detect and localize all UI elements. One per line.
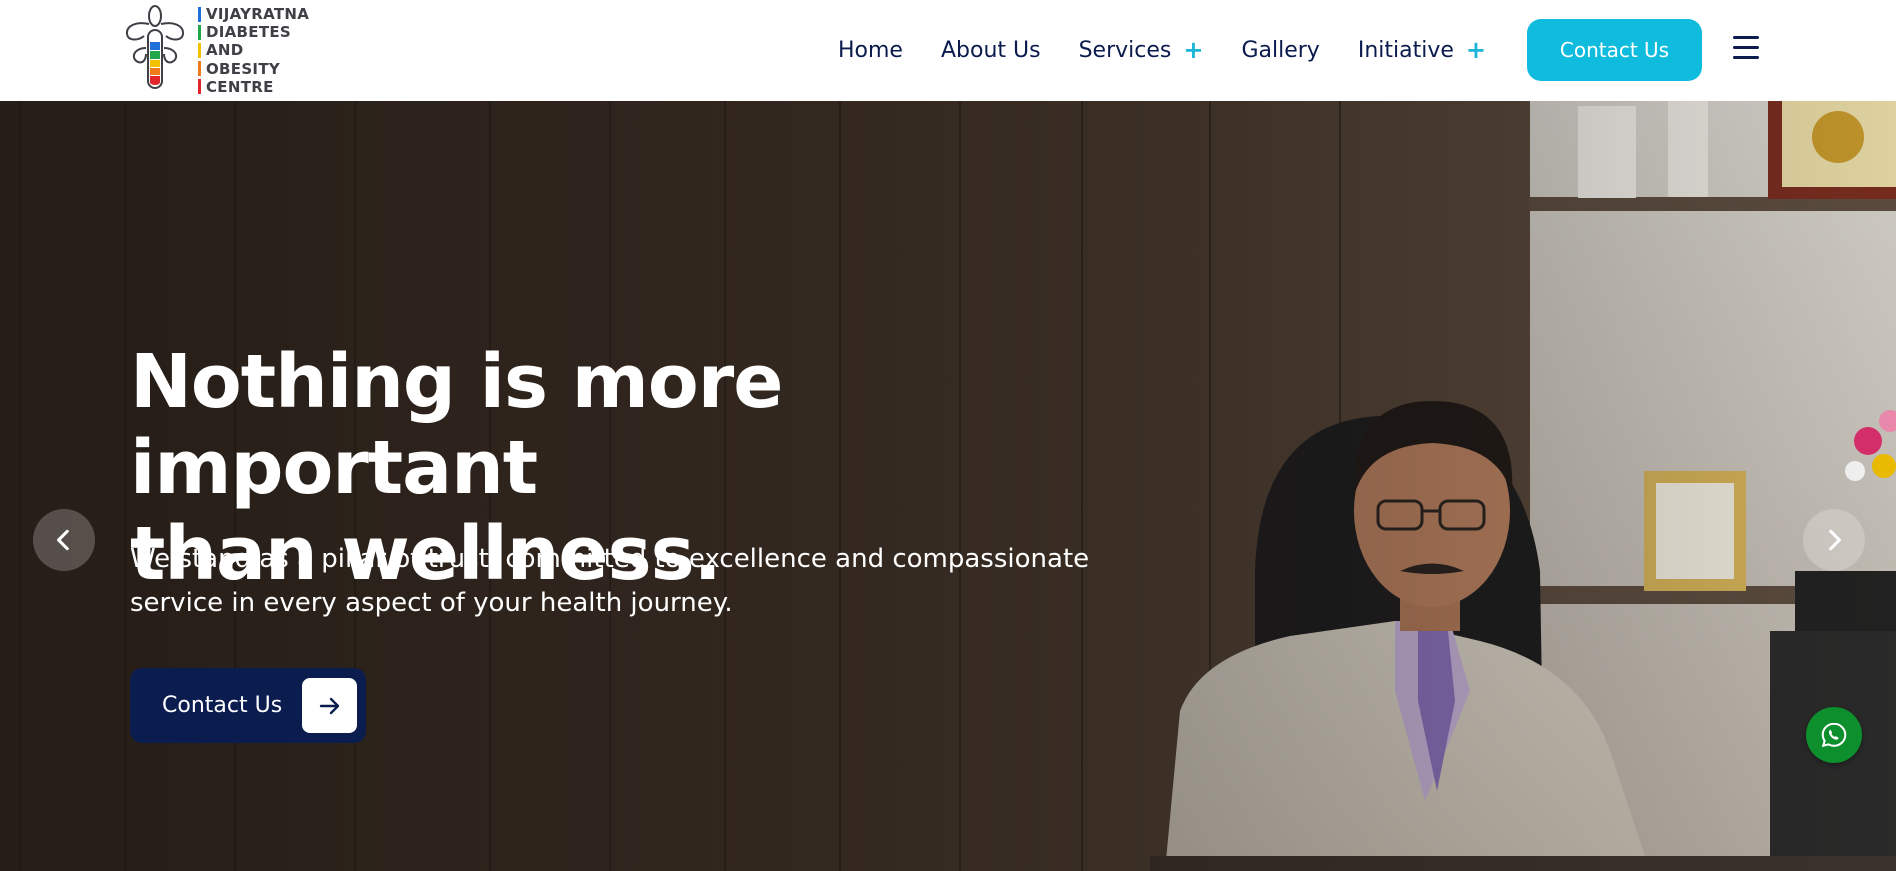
logo-line: DIABETES [198, 23, 309, 41]
hero-contact-button[interactable]: Contact Us [130, 668, 366, 743]
slider-next-button[interactable] [1803, 509, 1865, 571]
arrow-right-icon [302, 678, 357, 733]
logo-line: VIJAYRATNA [198, 5, 309, 23]
chevron-right-icon [1829, 529, 1841, 551]
site-logo[interactable]: VIJAYRATNA DIABETES AND OBESITY CENTRE [124, 4, 324, 96]
header-contact-button[interactable]: Contact Us [1527, 19, 1702, 81]
nav-item-label: Gallery [1241, 37, 1320, 63]
logo-color-bar [198, 6, 201, 22]
hamburger-menu-icon[interactable] [1733, 36, 1759, 60]
nav-item-about-us[interactable]: About Us [941, 38, 1041, 63]
whatsapp-chat-button[interactable] [1806, 707, 1862, 763]
hero-title-line: Nothing is more important [130, 339, 783, 511]
site-header: VIJAYRATNA DIABETES AND OBESITY CENTRE H… [0, 0, 1896, 101]
nav-item-label: About Us [940, 37, 1041, 63]
chevron-left-icon [57, 529, 69, 551]
nav-item-gallery[interactable]: Gallery [1241, 38, 1319, 63]
logo-word: DIABETES [206, 23, 292, 42]
nav-item-label: Home [838, 37, 903, 63]
nav-item-label: Services [1078, 37, 1172, 63]
nav-item-services[interactable]: Services + [1079, 36, 1204, 64]
nav-item-initiative[interactable]: Initiative + [1358, 36, 1486, 64]
logo-line: OBESITY [198, 60, 309, 78]
plus-icon[interactable]: + [1466, 36, 1486, 64]
hero-subtitle-line: We stand as a pillar of trust, committed… [130, 544, 1090, 574]
whatsapp-icon [1821, 722, 1847, 748]
figure-with-color-tube-icon [125, 5, 185, 89]
logo-color-bar [198, 79, 201, 95]
plus-icon[interactable]: + [1183, 36, 1203, 64]
hero-subtitle-line: service in every aspect of your health j… [130, 588, 733, 618]
logo-color-bar [198, 61, 201, 77]
logo-line: CENTRE [198, 78, 309, 96]
hero-slider: Nothing is more important than wellness.… [0, 101, 1896, 871]
logo-word: OBESITY [206, 59, 281, 78]
slider-prev-button[interactable] [33, 509, 95, 571]
nav-item-home[interactable]: Home [838, 38, 903, 63]
logo-word: CENTRE [206, 77, 274, 96]
nav-item-label: Initiative [1357, 37, 1454, 63]
hero-subtitle: We stand as a pillar of trust, committed… [130, 537, 1090, 625]
hero-contact-label: Contact Us [162, 693, 283, 718]
logo-color-bar [198, 24, 201, 40]
logo-color-bar [198, 42, 201, 58]
logo-line: AND [198, 41, 309, 59]
logo-word: AND [206, 41, 244, 60]
logo-word: VIJAYRATNA [206, 5, 310, 24]
logo-text: VIJAYRATNA DIABETES AND OBESITY CENTRE [198, 5, 309, 96]
main-nav: Home About Us Services + Gallery Initiat… [838, 30, 1486, 70]
